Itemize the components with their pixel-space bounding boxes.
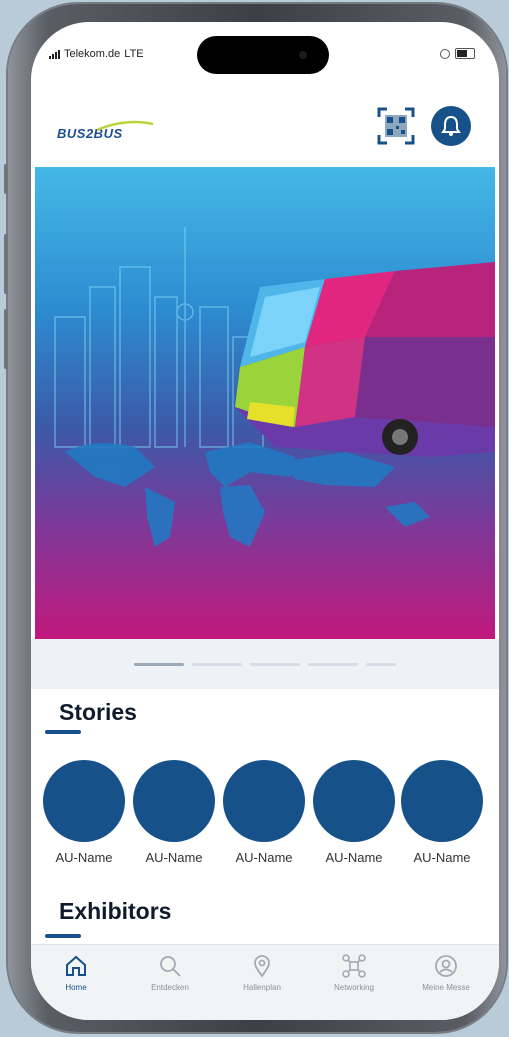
story-avatar[interactable] bbox=[313, 760, 395, 842]
carousel-indicator bbox=[31, 639, 499, 689]
exhibitors-title: Exhibitors bbox=[59, 898, 172, 924]
carousel-dot[interactable] bbox=[192, 662, 242, 666]
location-indicator-icon bbox=[440, 48, 450, 59]
status-bar: Telekom.de LTE bbox=[31, 22, 499, 82]
carousel-dot[interactable] bbox=[250, 662, 300, 666]
phone-screen: Telekom.de LTE BUS2BUS Stories AU-Name A… bbox=[31, 22, 499, 1020]
volume-down-button bbox=[4, 309, 8, 369]
story-avatar[interactable] bbox=[43, 760, 125, 842]
tab-entdecken[interactable]: Entdecken bbox=[125, 951, 215, 992]
carrier-name: Telekom.de bbox=[64, 48, 121, 60]
hero-bus-world-illustration bbox=[54, 227, 495, 547]
carousel-dot[interactable] bbox=[366, 662, 396, 666]
bell-icon bbox=[441, 115, 461, 136]
app-header: BUS2BUS bbox=[31, 82, 499, 167]
tab-hallenplan[interactable]: Hallenplan bbox=[217, 951, 307, 992]
story-label: AU-Name bbox=[235, 850, 293, 865]
camera-icon bbox=[299, 51, 307, 59]
story-item[interactable]: AU-Name bbox=[133, 760, 221, 865]
location-pin-icon bbox=[254, 955, 270, 978]
battery-icon bbox=[455, 48, 475, 59]
story-label: AU-Name bbox=[55, 850, 113, 865]
qr-code-icon bbox=[377, 107, 415, 145]
tab-label: Entdecken bbox=[151, 983, 189, 992]
story-label: AU-Name bbox=[145, 850, 203, 865]
carrier-info: Telekom.de LTE bbox=[49, 48, 144, 60]
search-icon bbox=[160, 956, 181, 977]
volume-up-button bbox=[4, 234, 8, 294]
dynamic-island bbox=[197, 36, 329, 74]
user-icon bbox=[435, 955, 457, 977]
story-item[interactable]: AU-Name bbox=[43, 760, 131, 865]
story-avatar[interactable] bbox=[223, 760, 305, 842]
carousel-dot[interactable] bbox=[134, 662, 184, 666]
tab-label: Hallenplan bbox=[243, 983, 281, 992]
stories-underline bbox=[45, 730, 81, 734]
carousel-dot[interactable] bbox=[308, 662, 358, 666]
network-type: LTE bbox=[124, 48, 144, 60]
mute-switch bbox=[4, 164, 8, 194]
status-indicators bbox=[440, 48, 475, 59]
tab-label: Networking bbox=[333, 983, 374, 992]
stories-title: Stories bbox=[59, 699, 137, 725]
home-icon bbox=[66, 955, 86, 976]
story-label: AU-Name bbox=[413, 850, 471, 865]
tab-label: Home bbox=[65, 983, 87, 992]
exhibitors-underline bbox=[45, 934, 81, 938]
story-item[interactable]: AU-Name bbox=[313, 760, 401, 865]
tab-label: Meine Messe bbox=[422, 983, 470, 992]
network-icon bbox=[342, 954, 366, 978]
logo-swoosh-icon bbox=[96, 120, 154, 132]
story-avatar[interactable] bbox=[401, 760, 483, 842]
signal-icon bbox=[49, 49, 60, 59]
story-label: AU-Name bbox=[325, 850, 383, 865]
tab-home[interactable]: Home bbox=[31, 951, 121, 992]
story-item[interactable]: AU-Name bbox=[223, 760, 311, 865]
stories-list: AU-Name AU-Name AU-Name AU-Name AU-Name bbox=[43, 760, 499, 865]
notifications-button[interactable] bbox=[431, 106, 471, 146]
bottom-tab-bar: Home Entdecken Hallenplan Networking Mei… bbox=[31, 944, 499, 1020]
tab-networking[interactable]: Networking bbox=[309, 951, 399, 992]
qr-code-button[interactable] bbox=[376, 106, 416, 146]
tab-meine-messe[interactable]: Meine Messe bbox=[401, 951, 491, 992]
story-item[interactable]: AU-Name bbox=[401, 760, 489, 865]
story-avatar[interactable] bbox=[133, 760, 215, 842]
hero-banner[interactable] bbox=[35, 167, 495, 639]
